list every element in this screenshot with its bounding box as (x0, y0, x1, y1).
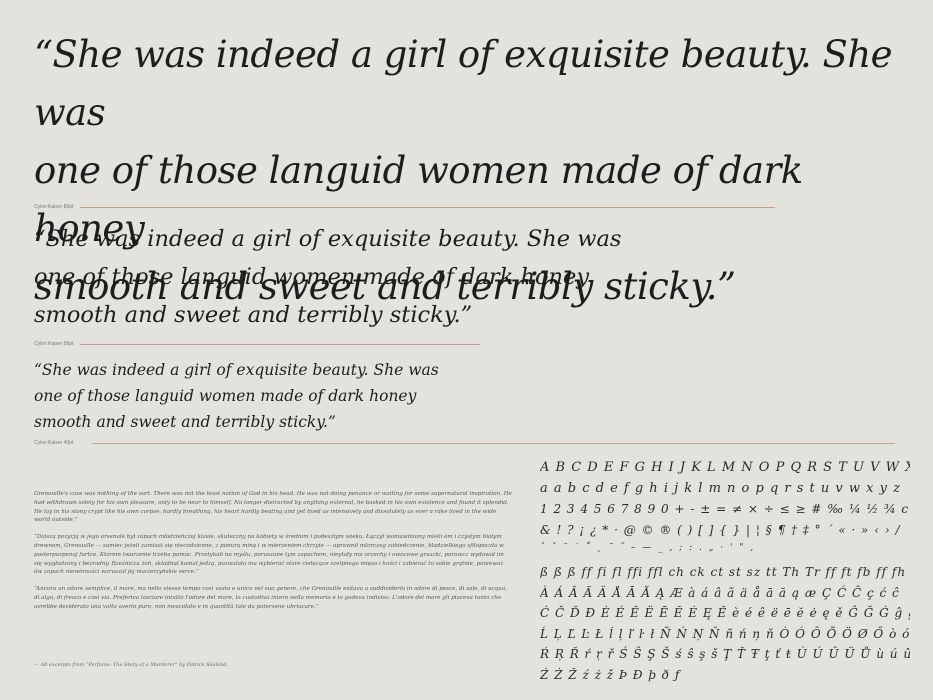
body-paragraph: “Ancora un odore semplice, il mare, ma n… (34, 586, 507, 610)
divider-rule (92, 443, 895, 444)
specimen-line: “She was indeed a girl of exquisite beau… (34, 33, 893, 134)
specimen-line: “She was indeed a girl of exquisite beau… (34, 226, 622, 252)
specimen-line: one of those languid women made of dark … (34, 387, 417, 405)
charset-diacritics-a: À Á Â Ã Ä Å Ā Ă Ą Æ à á â ã ä å ā ă ą æ … (540, 585, 900, 600)
charset-uppercase: A B C D E F G H I J K L M N O P Q R S T … (540, 460, 910, 475)
specimen-line: smooth and sweet and terribly sticky.” (34, 413, 336, 431)
charset-diacritics-z: Ź Ż Ž ź ż ž Þ Ð þ ð ƒ (540, 667, 681, 682)
specimen-caption: Cylon Kaiser 80pt (34, 204, 74, 210)
specimen-line: one of those languid women made of dark … (34, 264, 590, 290)
charset-accents: ˆ ˇ ˘ ˙ ˚ ˛ ˜ ˝ – — _ , ; : . „ · ' " ‚ (540, 543, 756, 553)
body-paragraph: Grenouille's case was nothing of the sor… (34, 491, 512, 524)
charset-diacritics-r-y: Ŕ Ŗ Ř ŕ ŗ ř Ś Ŝ Ş Š ś ŝ ş š Ţ Ť Ŧ ţ ť ŧ … (540, 647, 910, 661)
charset-punctuation: & ! ? ¡ ¿ * · @ © ® ( ) [ ] { } | ¦ § ¶ … (540, 522, 901, 537)
divider-rule (80, 207, 775, 208)
body-paragraph: “Dalszą pozycją w jego arsenale był zapa… (34, 534, 504, 576)
specimen-line: smooth and sweet and terribly sticky.” (34, 302, 473, 328)
charset-ligatures: ß ß ß ff fi fl ffi ffl ch ck ct st sz tt… (540, 565, 907, 579)
charset-diacritics-l-o: Ĺ Ļ Ľ Ŀ Ł ĺ ļ ľ ŀ ł Ñ Ń Ņ Ň ñ ń ņ ň Ò Ó … (540, 626, 910, 641)
divider-rule (80, 344, 480, 345)
specimen-quote-40pt: “She was indeed a girl of exquisite beau… (34, 357, 454, 435)
charset-lowercase: a a b c d e f g h i j k l m n o p q r s … (540, 480, 901, 496)
body-text-column: Grenouille's case was nothing of the sor… (34, 490, 512, 620)
specimen-line: “She was indeed a girl of exquisite beau… (34, 361, 439, 379)
specimen-quote-56pt: “She was indeed a girl of exquisite beau… (34, 220, 634, 334)
charset-diacritics-c-i: Ċ Č Ď Đ È É Ê Ë Ē Ĕ Ė Ę Ě è é ê ë ē ĕ ė … (540, 606, 910, 620)
specimen-caption: Cylon Kaiser 40pt (34, 440, 74, 446)
character-set: A B C D E F G H I J K L M N O P Q R S T … (540, 458, 910, 685)
specimen-caption: Cylon Kaiser 56pt (34, 341, 74, 347)
excerpt-credit: — All excerpts from “Perfume: The Story … (34, 662, 229, 668)
charset-figures: 1 2 3 4 5 6 7 8 9 0 + - ± = ≠ × ÷ ≤ ≥ # … (540, 502, 910, 516)
